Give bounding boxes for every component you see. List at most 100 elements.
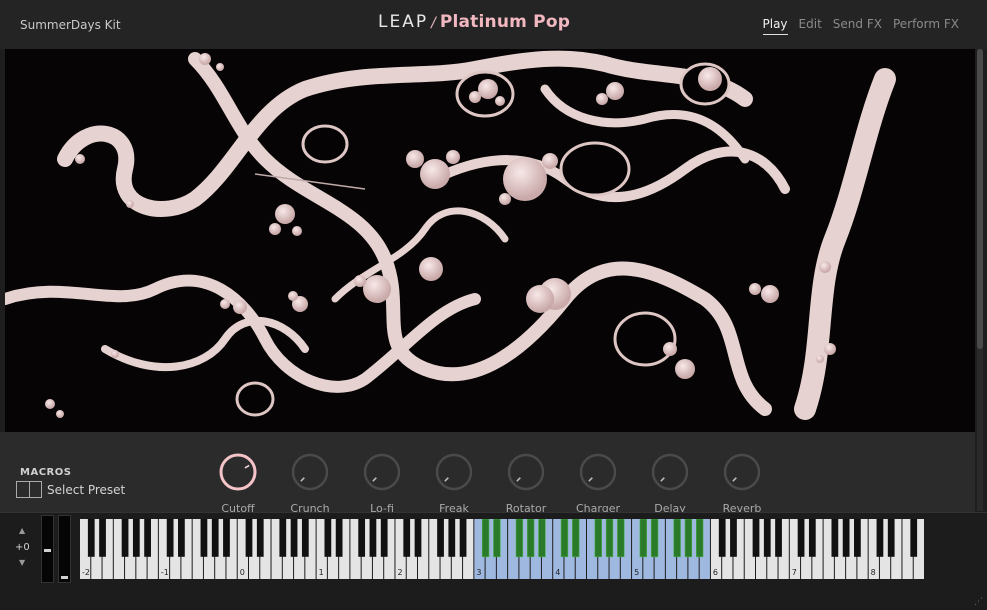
knob-indicator	[300, 477, 305, 482]
black-key[interactable]	[211, 519, 219, 557]
black-key[interactable]	[481, 519, 490, 558]
pitch-wheel[interactable]	[41, 515, 54, 583]
knob-indicator	[588, 477, 593, 482]
knob-dial-rotator[interactable]	[506, 452, 546, 492]
knob-label-cutoff: Cutoff	[221, 502, 255, 512]
black-key[interactable]	[493, 519, 501, 558]
black-key[interactable]	[797, 519, 805, 557]
macros-title: MACROS	[20, 467, 72, 478]
black-key[interactable]	[910, 519, 918, 557]
select-preset-button[interactable]: Select Preset	[16, 481, 125, 498]
black-key[interactable]	[324, 519, 332, 557]
black-key[interactable]	[572, 519, 580, 558]
black-key[interactable]	[730, 519, 737, 557]
knob-dial-freak[interactable]	[434, 452, 474, 492]
black-key[interactable]	[380, 519, 388, 557]
knob-dial-crunch[interactable]	[290, 452, 330, 492]
black-key[interactable]	[121, 519, 129, 557]
macro-knob-reverb[interactable]: Reverb	[706, 452, 778, 512]
pitch-wheel-marker	[44, 549, 51, 552]
resize-grip-icon[interactable]: ⋰	[974, 597, 983, 607]
black-key[interactable]	[594, 519, 602, 558]
black-key[interactable]	[538, 519, 546, 558]
black-key[interactable]	[752, 519, 760, 557]
black-key[interactable]	[887, 519, 895, 557]
nav-tab-edit[interactable]: Edit	[799, 17, 822, 35]
black-key[interactable]	[560, 519, 569, 558]
macro-knob-delay[interactable]: Delay	[634, 452, 706, 512]
black-key[interactable]	[256, 519, 264, 557]
octave-up-icon[interactable]: ▲	[19, 526, 25, 535]
nav-tab-send-fx[interactable]: Send FX	[833, 17, 882, 35]
black-key[interactable]	[200, 519, 208, 557]
macro-knob-cutoff[interactable]: Cutoff	[202, 452, 274, 512]
black-key[interactable]	[245, 519, 253, 557]
black-key[interactable]	[144, 519, 151, 557]
black-key[interactable]	[279, 519, 287, 557]
product-logo: LEAP / Platinum Pop	[378, 12, 570, 38]
black-key[interactable]	[763, 519, 771, 557]
black-key[interactable]	[831, 519, 839, 557]
black-key[interactable]	[448, 519, 456, 557]
black-key[interactable]	[403, 519, 411, 557]
macro-knob-freak[interactable]: Freak	[418, 452, 490, 512]
nav-tab-perform-fx[interactable]: Perform FX	[893, 17, 959, 35]
black-key[interactable]	[605, 519, 614, 558]
octave-down-icon[interactable]: ▼	[19, 558, 25, 567]
knob-ring	[363, 453, 401, 491]
black-key[interactable]	[526, 519, 535, 558]
logo-product-name: Platinum Pop	[439, 12, 571, 32]
black-key[interactable]	[684, 519, 693, 558]
black-key[interactable]	[695, 519, 704, 558]
black-key[interactable]	[178, 519, 185, 557]
piano-keys[interactable]: -2 -1 0 1 2 3 4 5 6 7 8	[80, 519, 925, 579]
kit-artwork	[5, 49, 975, 432]
knob-label-lo-fi: Lo-fi	[370, 502, 394, 512]
knob-dial-lo-fi[interactable]	[362, 452, 402, 492]
black-key[interactable]	[166, 519, 174, 557]
knob-label-reverb: Reverb	[722, 502, 762, 512]
mod-wheel[interactable]	[58, 515, 71, 583]
piano-keyboard[interactable]: -2 -1 0 1 2 3 4 5 6 7 8	[80, 519, 925, 579]
black-key[interactable]	[515, 519, 524, 558]
black-key[interactable]	[854, 519, 861, 557]
window-scrollbar[interactable]	[977, 49, 983, 511]
black-key[interactable]	[369, 519, 377, 557]
macro-knob-crunch[interactable]: Crunch	[274, 452, 346, 512]
black-key[interactable]	[335, 519, 343, 557]
knob-dial-cutoff[interactable]	[218, 452, 258, 492]
knob-indicator	[732, 477, 737, 482]
black-key[interactable]	[842, 519, 850, 557]
octave-label: 8	[871, 568, 876, 577]
nav-tab-play[interactable]: Play	[762, 17, 788, 35]
black-key[interactable]	[132, 519, 140, 557]
black-key[interactable]	[718, 519, 726, 557]
black-key[interactable]	[876, 519, 884, 557]
black-key[interactable]	[414, 519, 422, 557]
black-key[interactable]	[617, 519, 625, 558]
macro-knob-rotator[interactable]: Rotator	[490, 452, 562, 512]
black-key[interactable]	[808, 519, 816, 557]
black-key[interactable]	[775, 519, 782, 557]
knob-dial-reverb[interactable]	[722, 452, 762, 492]
black-key[interactable]	[358, 519, 366, 557]
octave-label: 5	[634, 568, 639, 577]
header-bar: SummerDays Kit LEAP / Platinum Pop Play …	[0, 0, 987, 49]
knob-label-freak: Freak	[439, 502, 469, 512]
macro-knob-charger[interactable]: Charger	[562, 452, 634, 512]
black-key[interactable]	[459, 519, 467, 557]
black-key[interactable]	[639, 519, 648, 558]
black-key[interactable]	[437, 519, 444, 557]
knob-dial-delay[interactable]	[650, 452, 690, 492]
black-key[interactable]	[673, 519, 681, 558]
black-key[interactable]	[87, 519, 95, 557]
black-key[interactable]	[650, 519, 659, 558]
knob-dial-charger[interactable]	[578, 452, 618, 492]
logo-slash-icon: /	[431, 15, 436, 31]
black-key[interactable]	[301, 519, 309, 557]
black-key[interactable]	[223, 519, 230, 557]
scrollbar-thumb[interactable]	[977, 49, 983, 349]
black-key[interactable]	[290, 519, 298, 557]
macro-knob-lo-fi[interactable]: Lo-fi	[346, 452, 418, 512]
black-key[interactable]	[99, 519, 106, 557]
